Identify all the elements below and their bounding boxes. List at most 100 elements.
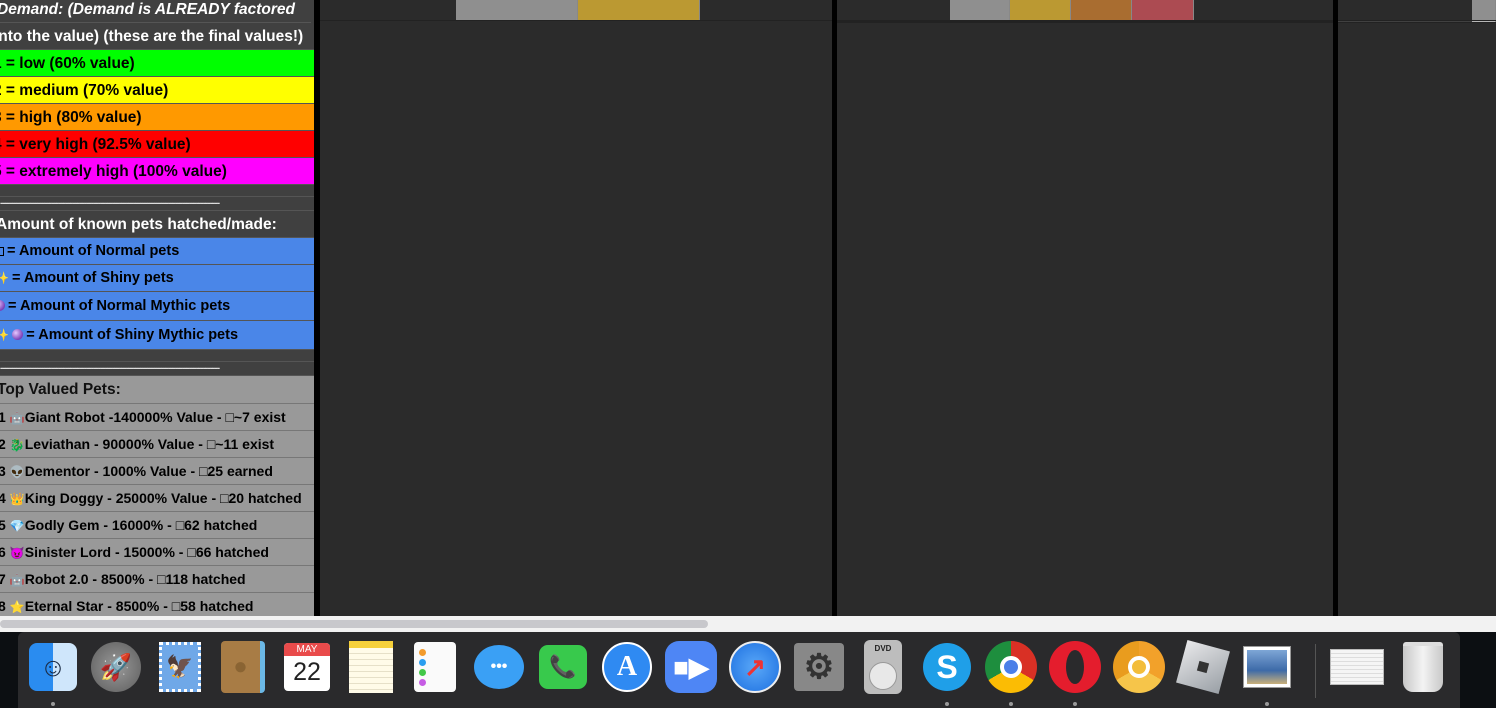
top-pet-row: 8⭐Eternal Star - 8500% - □58 hatched (0, 593, 314, 616)
top-pet-text: Eternal Star - 8500% - □58 hatched (24, 598, 254, 614)
top-pet-rank: 6 (0, 544, 6, 560)
facetime-icon: 📞 (539, 645, 587, 689)
legend-amount-header: Amount of known pets hatched/made: (0, 211, 314, 238)
shiny-value-cell[interactable] (578, 0, 700, 20)
sparkle-crystal-ball-icon: ✨ (0, 321, 24, 349)
empty-cell[interactable] (1132, 0, 1194, 20)
dock-item-trash[interactable] (1396, 640, 1450, 694)
top-pet-row: 1🤖Giant Robot -140000% Value - □~7 exist (0, 404, 314, 431)
legend-demand-level: 2 = medium (70% value) (0, 77, 314, 104)
dock-item-roblox[interactable] (1176, 640, 1230, 694)
top-pet-text: Godly Gem - 16000% - □62 hatched (24, 517, 258, 533)
dock-item-launchpad[interactable]: 🚀 (89, 640, 143, 694)
top-pet-rank: 2 (0, 436, 6, 452)
column-separator (832, 0, 837, 616)
dock-item-preview[interactable] (1240, 640, 1294, 694)
legend-divider: ----------------------------------------… (0, 197, 314, 211)
dock-item-notes[interactable] (344, 640, 398, 694)
dvd-player-icon: DVD (864, 640, 902, 694)
column-separator (1333, 0, 1338, 616)
demand-cell[interactable] (1194, 0, 1213, 20)
empty-cell[interactable] (950, 0, 1010, 20)
top-pet-text: Leviathan - 90000% Value - □~11 exist (24, 436, 275, 452)
count-cell[interactable] (716, 0, 832, 20)
demand-cell[interactable] (700, 0, 716, 20)
dock-item-contacts[interactable]: ● (216, 640, 270, 694)
app-store-icon: A (602, 642, 652, 692)
table-row (1338, 0, 1496, 21)
dock-item-skype[interactable]: S (920, 640, 974, 694)
top-pet-row: 7🤖Robot 2.0 - 8500% - □118 hatched (0, 566, 314, 593)
dock-item-zoom[interactable]: ■▶ (664, 640, 718, 694)
dock-item-reminders[interactable] (408, 640, 462, 694)
notes-icon (349, 641, 393, 693)
pet-name-cell[interactable] (837, 0, 950, 20)
sparkle-icon: ✨ (0, 265, 9, 291)
legend-demand-level: 4 = very high (92.5% value) (0, 131, 314, 158)
dock-item-opera[interactable] (1048, 640, 1102, 694)
empty-cell[interactable] (1010, 0, 1071, 20)
value-cell[interactable] (1472, 0, 1496, 20)
zoom-icon: ■▶ (665, 641, 717, 693)
dock-divider (1315, 644, 1316, 698)
horizontal-scrollbar[interactable] (0, 616, 1496, 632)
legend-amount-item: ✨= Amount of Shiny pets (0, 265, 314, 292)
trash-icon (1403, 642, 1443, 692)
top-pet-rank: 4 (0, 490, 6, 506)
top-pet-rank: 1 (0, 409, 6, 425)
legend-panel: Demand: (Demand is ALREADY factored into … (0, 0, 314, 616)
top-pet-text: Robot 2.0 - 8500% - □118 hatched (24, 571, 246, 587)
chrome-canary-icon (1113, 641, 1165, 693)
calendar-icon: MAY 22 (284, 643, 330, 691)
dock-item-chrome-canary[interactable] (1112, 640, 1166, 694)
dock-item-system-preferences[interactable]: ⚙ (792, 640, 846, 694)
dock-item-finder[interactable]: ☺ (26, 640, 80, 694)
pet-name-cell[interactable] (320, 0, 456, 20)
contacts-icon: ● (221, 641, 265, 693)
empty-cell[interactable] (1071, 0, 1132, 20)
safari-icon: ↗ (729, 641, 781, 693)
pet-name-cell[interactable] (1338, 0, 1472, 20)
dock-item-safari[interactable]: ↗ (728, 640, 782, 694)
legend-amount-text: = Amount of Normal Mythic pets (8, 298, 231, 314)
scrollbar-thumb[interactable] (0, 620, 708, 628)
legend-amount-item: ✨ = Amount of Shiny Mythic pets (0, 321, 314, 350)
dock-item-chrome[interactable] (984, 640, 1038, 694)
calendar-month: MAY (284, 643, 330, 656)
top-pet-text: Dementor - 1000% Value - □25 earned (24, 463, 273, 479)
legend-spacer (0, 350, 314, 362)
top-pet-rank: 5 (0, 517, 6, 533)
dock-item-calendar[interactable]: MAY 22 (280, 640, 334, 694)
running-indicator (51, 702, 55, 706)
devil-icon: 😈 (9, 546, 25, 560)
table-row (837, 0, 1333, 21)
legend-amount-item: = Amount of Normal Mythic pets (0, 292, 314, 321)
legend-demand-header: Demand: (Demand is ALREADY factored (0, 0, 311, 23)
dock-item-mail[interactable]: 🦅 (153, 640, 207, 694)
column-separator (314, 0, 320, 616)
running-indicator (1265, 702, 1269, 706)
roblox-icon (1176, 640, 1230, 694)
top-pet-row: 5💎Godly Gem - 16000% - □62 hatched (0, 512, 314, 539)
count-cell[interactable] (1213, 0, 1333, 20)
dragon-icon: 🐉 (9, 438, 25, 452)
value-cell[interactable] (456, 0, 578, 20)
reminders-icon (414, 642, 456, 692)
legend-amount-text: = Amount of Shiny Mythic pets (26, 327, 239, 343)
finder-icon: ☺ (29, 643, 77, 691)
launchpad-icon: 🚀 (91, 642, 141, 692)
chrome-icon (985, 641, 1037, 693)
dock-item-app-store[interactable]: A (600, 640, 654, 694)
dock-item-facetime[interactable]: 📞 (536, 640, 590, 694)
dock-item-downloads-stack[interactable] (1330, 640, 1384, 694)
downloads-stack-icon (1330, 649, 1384, 685)
opera-icon (1049, 641, 1101, 693)
skype-icon: S (923, 643, 971, 691)
top-pet-rank: 8 (0, 598, 6, 614)
legend-demand-level: 5 = extremely high (100% value) (0, 158, 314, 185)
dock-item-messages[interactable]: ••• (472, 640, 526, 694)
legend-amount-text: = Amount of Normal pets (7, 243, 180, 259)
dock-item-dvd-player[interactable]: DVD (856, 640, 910, 694)
top-pet-rank: 7 (0, 571, 6, 587)
alien-icon: 👽 (9, 465, 25, 479)
